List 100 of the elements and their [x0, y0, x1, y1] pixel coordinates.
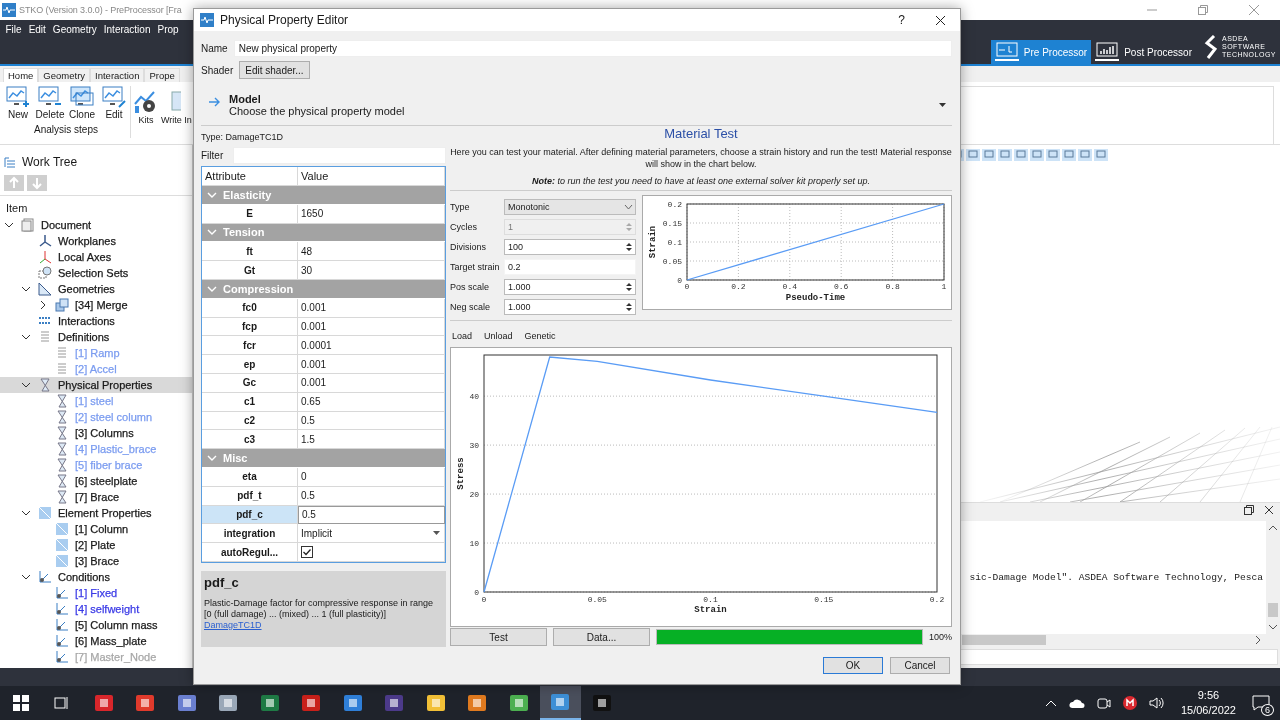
- value-cell[interactable]: 30: [298, 261, 445, 280]
- field-label: Filter: [201, 149, 225, 161]
- x-tick-label: 0.15: [814, 595, 834, 604]
- tree-item[interactable]: Selection Sets: [0, 265, 192, 281]
- ribbon-button[interactable]: Clone: [68, 86, 96, 120]
- tree-item[interactable]: [3] Brace: [0, 553, 192, 569]
- menu-item[interactable]: Interaction: [100, 23, 154, 35]
- type-dropdown[interactable]: Monotonic: [504, 199, 636, 215]
- y-tick-label: 30: [469, 441, 480, 451]
- field-label: Name: [201, 42, 228, 54]
- field-label: Shader: [201, 64, 234, 76]
- history-tab[interactable]: Genetic: [524, 331, 556, 341]
- menu-item[interactable]: Geometry: [49, 23, 101, 35]
- history-tab[interactable]: Unload: [484, 331, 513, 341]
- attribute-cell: ep: [202, 355, 298, 374]
- tree-item[interactable]: [5] Column mass: [0, 617, 192, 633]
- y-axis-title: Stress: [456, 457, 466, 490]
- name-field[interactable]: New physical property: [233, 39, 952, 57]
- tree-item[interactable]: [1] Column: [0, 521, 192, 537]
- tree-item[interactable]: Document: [0, 217, 192, 233]
- tree-item[interactable]: Interactions: [0, 313, 192, 329]
- item-label: [7] Master_Node: [75, 651, 157, 663]
- tree-item[interactable]: Local Axes: [0, 249, 192, 265]
- y-tick-label: 40: [469, 392, 480, 402]
- ribbon-button[interactable]: Write In: [161, 90, 192, 125]
- ribbon-button[interactable]: Delete: [36, 86, 64, 120]
- spin-field[interactable]: 1.000: [504, 299, 636, 315]
- item-label: [6] Mass_plate: [75, 635, 147, 647]
- tree-item[interactable]: [3] Columns: [0, 425, 192, 441]
- mode-tab[interactable]: Pre Processor: [990, 40, 1092, 64]
- column-header: Item: [5, 202, 29, 216]
- value-cell[interactable]: 0.0001: [298, 336, 445, 356]
- item-label: [3] Columns: [75, 427, 134, 439]
- ribbon-button[interactable]: New: [4, 86, 32, 120]
- value-cell[interactable]: 48: [298, 242, 445, 262]
- field-label: Target strain: [450, 262, 501, 272]
- item-label: [5] fiber brace: [75, 459, 143, 471]
- ribbon-button[interactable]: Kits: [133, 90, 159, 125]
- tree-item[interactable]: Conditions: [0, 569, 192, 585]
- cancel-button[interactable]: Cancel: [890, 657, 950, 674]
- value-cell[interactable]: 0.5: [298, 411, 445, 431]
- tree-item[interactable]: [6] steelplate: [0, 473, 192, 489]
- attribute-cell: fcr: [202, 336, 298, 356]
- y-tick-label: 0: [474, 588, 480, 597]
- ribbon-tab[interactable]: Home: [3, 68, 39, 82]
- item-label: [2] Accel: [75, 363, 117, 375]
- menu-item[interactable]: Edit: [25, 23, 50, 35]
- x-tick-label: 0.1: [703, 595, 718, 604]
- ok-button[interactable]: OK: [823, 657, 883, 674]
- test-button[interactable]: Test: [450, 628, 547, 646]
- x-tick-label: 0.6: [834, 282, 849, 291]
- item-label: [34] Merge: [75, 299, 128, 311]
- field-label: Pos scale: [450, 282, 491, 292]
- value-cell[interactable]: 1650: [298, 204, 445, 224]
- value-cell[interactable]: 0.5: [298, 505, 445, 525]
- clock[interactable]: 9:56 15/06/2022: [1180, 688, 1236, 718]
- value-cell[interactable]: 0.001: [298, 373, 445, 393]
- tree-item[interactable]: Geometries: [0, 281, 192, 297]
- ribbon-tab[interactable]: Interaction: [90, 68, 145, 82]
- history-tab[interactable]: Load: [452, 331, 473, 341]
- section-title: Material Test: [664, 126, 738, 141]
- ribbon-button[interactable]: Edit: [100, 86, 128, 120]
- item-label: Local Axes: [58, 251, 112, 263]
- value-dropdown[interactable]: Implicit: [298, 524, 445, 544]
- tree-item[interactable]: Workplanes: [0, 233, 192, 249]
- value-cell[interactable]: 0.001: [298, 355, 445, 374]
- value-cell[interactable]: 0.5: [298, 486, 445, 506]
- item-label: Document: [41, 219, 92, 231]
- tree-item[interactable]: Physical Properties: [0, 377, 192, 393]
- app-title: STKO (Version 3.0.0) - PreProcessor [Fra: [19, 5, 182, 15]
- value-cell[interactable]: 0.001: [298, 317, 445, 337]
- menu-item[interactable]: File: [2, 23, 26, 35]
- attribute-cell: Gt: [202, 261, 298, 280]
- field-label: Neg scale: [450, 302, 492, 312]
- tree-item[interactable]: [6] Mass_plate: [0, 633, 192, 649]
- tree-item[interactable]: [34] Merge: [0, 297, 192, 313]
- value-cell[interactable]: 0.65: [298, 392, 445, 412]
- spin-field[interactable]: 1.000: [504, 279, 636, 295]
- item-label: [1] Ramp: [75, 347, 120, 359]
- attribute-cell: fc0: [202, 298, 298, 318]
- text-field[interactable]: 0.2: [504, 259, 636, 275]
- mode-tab[interactable]: Post Processor: [1091, 40, 1196, 64]
- tree-item[interactable]: [7] Brace: [0, 489, 192, 505]
- value-cell[interactable]: 0: [298, 467, 445, 487]
- help-link[interactable]: DamageTC1D: [204, 619, 262, 630]
- tree-item[interactable]: [2] Plate: [0, 537, 192, 553]
- edit-shader-button[interactable]: Edit shader...: [239, 61, 310, 79]
- help-title: pdf_c: [204, 574, 240, 590]
- value-cell[interactable]: 0.001: [298, 298, 445, 318]
- notifications-button[interactable]: 6: [1246, 688, 1276, 718]
- ribbon-tab[interactable]: Geometry: [38, 68, 91, 82]
- ribbon-tab[interactable]: Prope: [144, 68, 180, 82]
- tree-item[interactable]: [1] Fixed: [0, 585, 192, 601]
- menu-item[interactable]: Prop: [153, 23, 183, 35]
- tree-item[interactable]: Element Properties: [0, 505, 192, 521]
- data-button[interactable]: Data...: [553, 628, 650, 646]
- help-button[interactable]: ?: [898, 13, 905, 27]
- spin-field[interactable]: 100: [504, 239, 636, 255]
- tree-item[interactable]: Definitions: [0, 329, 192, 345]
- tree-item[interactable]: [4] selfweight: [0, 601, 192, 617]
